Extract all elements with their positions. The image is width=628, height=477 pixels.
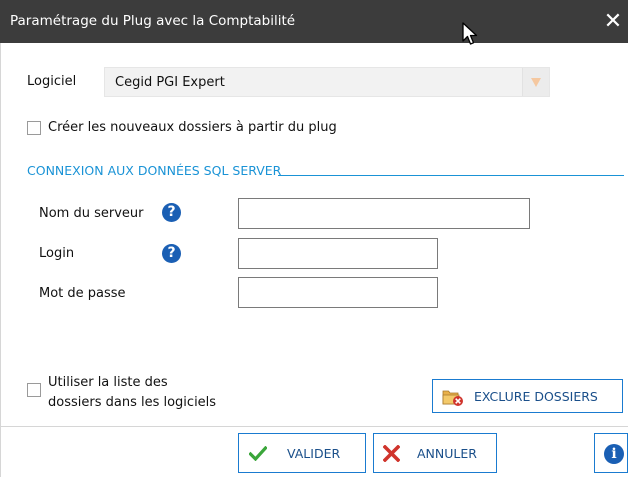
use-list-label-line2[interactable]: dossiers dans les logiciels	[48, 395, 216, 410]
exclude-folders-button[interactable]: EXCLURE DOSSIERS	[432, 379, 623, 413]
x-icon	[383, 445, 400, 462]
dialog-window: Paramétrage du Plug avec la Comptabilité…	[0, 0, 628, 477]
use-list-checkbox[interactable]	[27, 383, 41, 397]
left-border	[0, 43, 1, 477]
window-title: Paramétrage du Plug avec la Comptabilité	[10, 13, 296, 29]
cancel-button[interactable]: ANNULER	[373, 433, 497, 473]
validate-button[interactable]: VALIDER	[238, 433, 366, 473]
server-input[interactable]	[238, 198, 530, 229]
section-divider-line	[314, 175, 624, 176]
password-label: Mot de passe	[39, 286, 126, 301]
logiciel-selected-value: Cegid PGI Expert	[115, 75, 225, 90]
footer-separator	[0, 426, 628, 427]
title-bar[interactable]: Paramétrage du Plug avec la Comptabilité…	[0, 0, 628, 43]
create-folders-label[interactable]: Créer les nouveaux dossiers à partir du …	[48, 120, 337, 135]
help-icon[interactable]: ?	[162, 203, 181, 222]
password-input[interactable]	[238, 277, 438, 308]
cursor-icon	[462, 22, 478, 45]
close-icon[interactable]: ✕	[598, 0, 628, 43]
validate-label: VALIDER	[287, 446, 341, 461]
info-icon: i	[604, 444, 624, 464]
help-icon[interactable]: ?	[162, 244, 181, 263]
exclude-folders-label: EXCLURE DOSSIERS	[474, 389, 598, 404]
cancel-label: ANNULER	[417, 446, 477, 461]
section-divider	[278, 175, 314, 176]
logiciel-select[interactable]: Cegid PGI Expert	[104, 67, 550, 97]
create-folders-checkbox[interactable]	[27, 121, 41, 135]
folder-exclude-icon	[442, 390, 463, 406]
use-list-label-line1[interactable]: Utiliser la liste des	[48, 375, 168, 390]
server-label: Nom du serveur	[39, 206, 144, 221]
dropdown-arrow-icon[interactable]	[522, 68, 549, 96]
logiciel-label: Logiciel	[27, 74, 77, 89]
login-input[interactable]	[238, 238, 438, 269]
sql-section-title: CONNEXION AUX DONNÉES SQL SERVER	[27, 163, 282, 178]
check-icon	[249, 446, 267, 461]
info-button[interactable]: i	[594, 433, 628, 473]
login-label: Login	[39, 246, 75, 261]
